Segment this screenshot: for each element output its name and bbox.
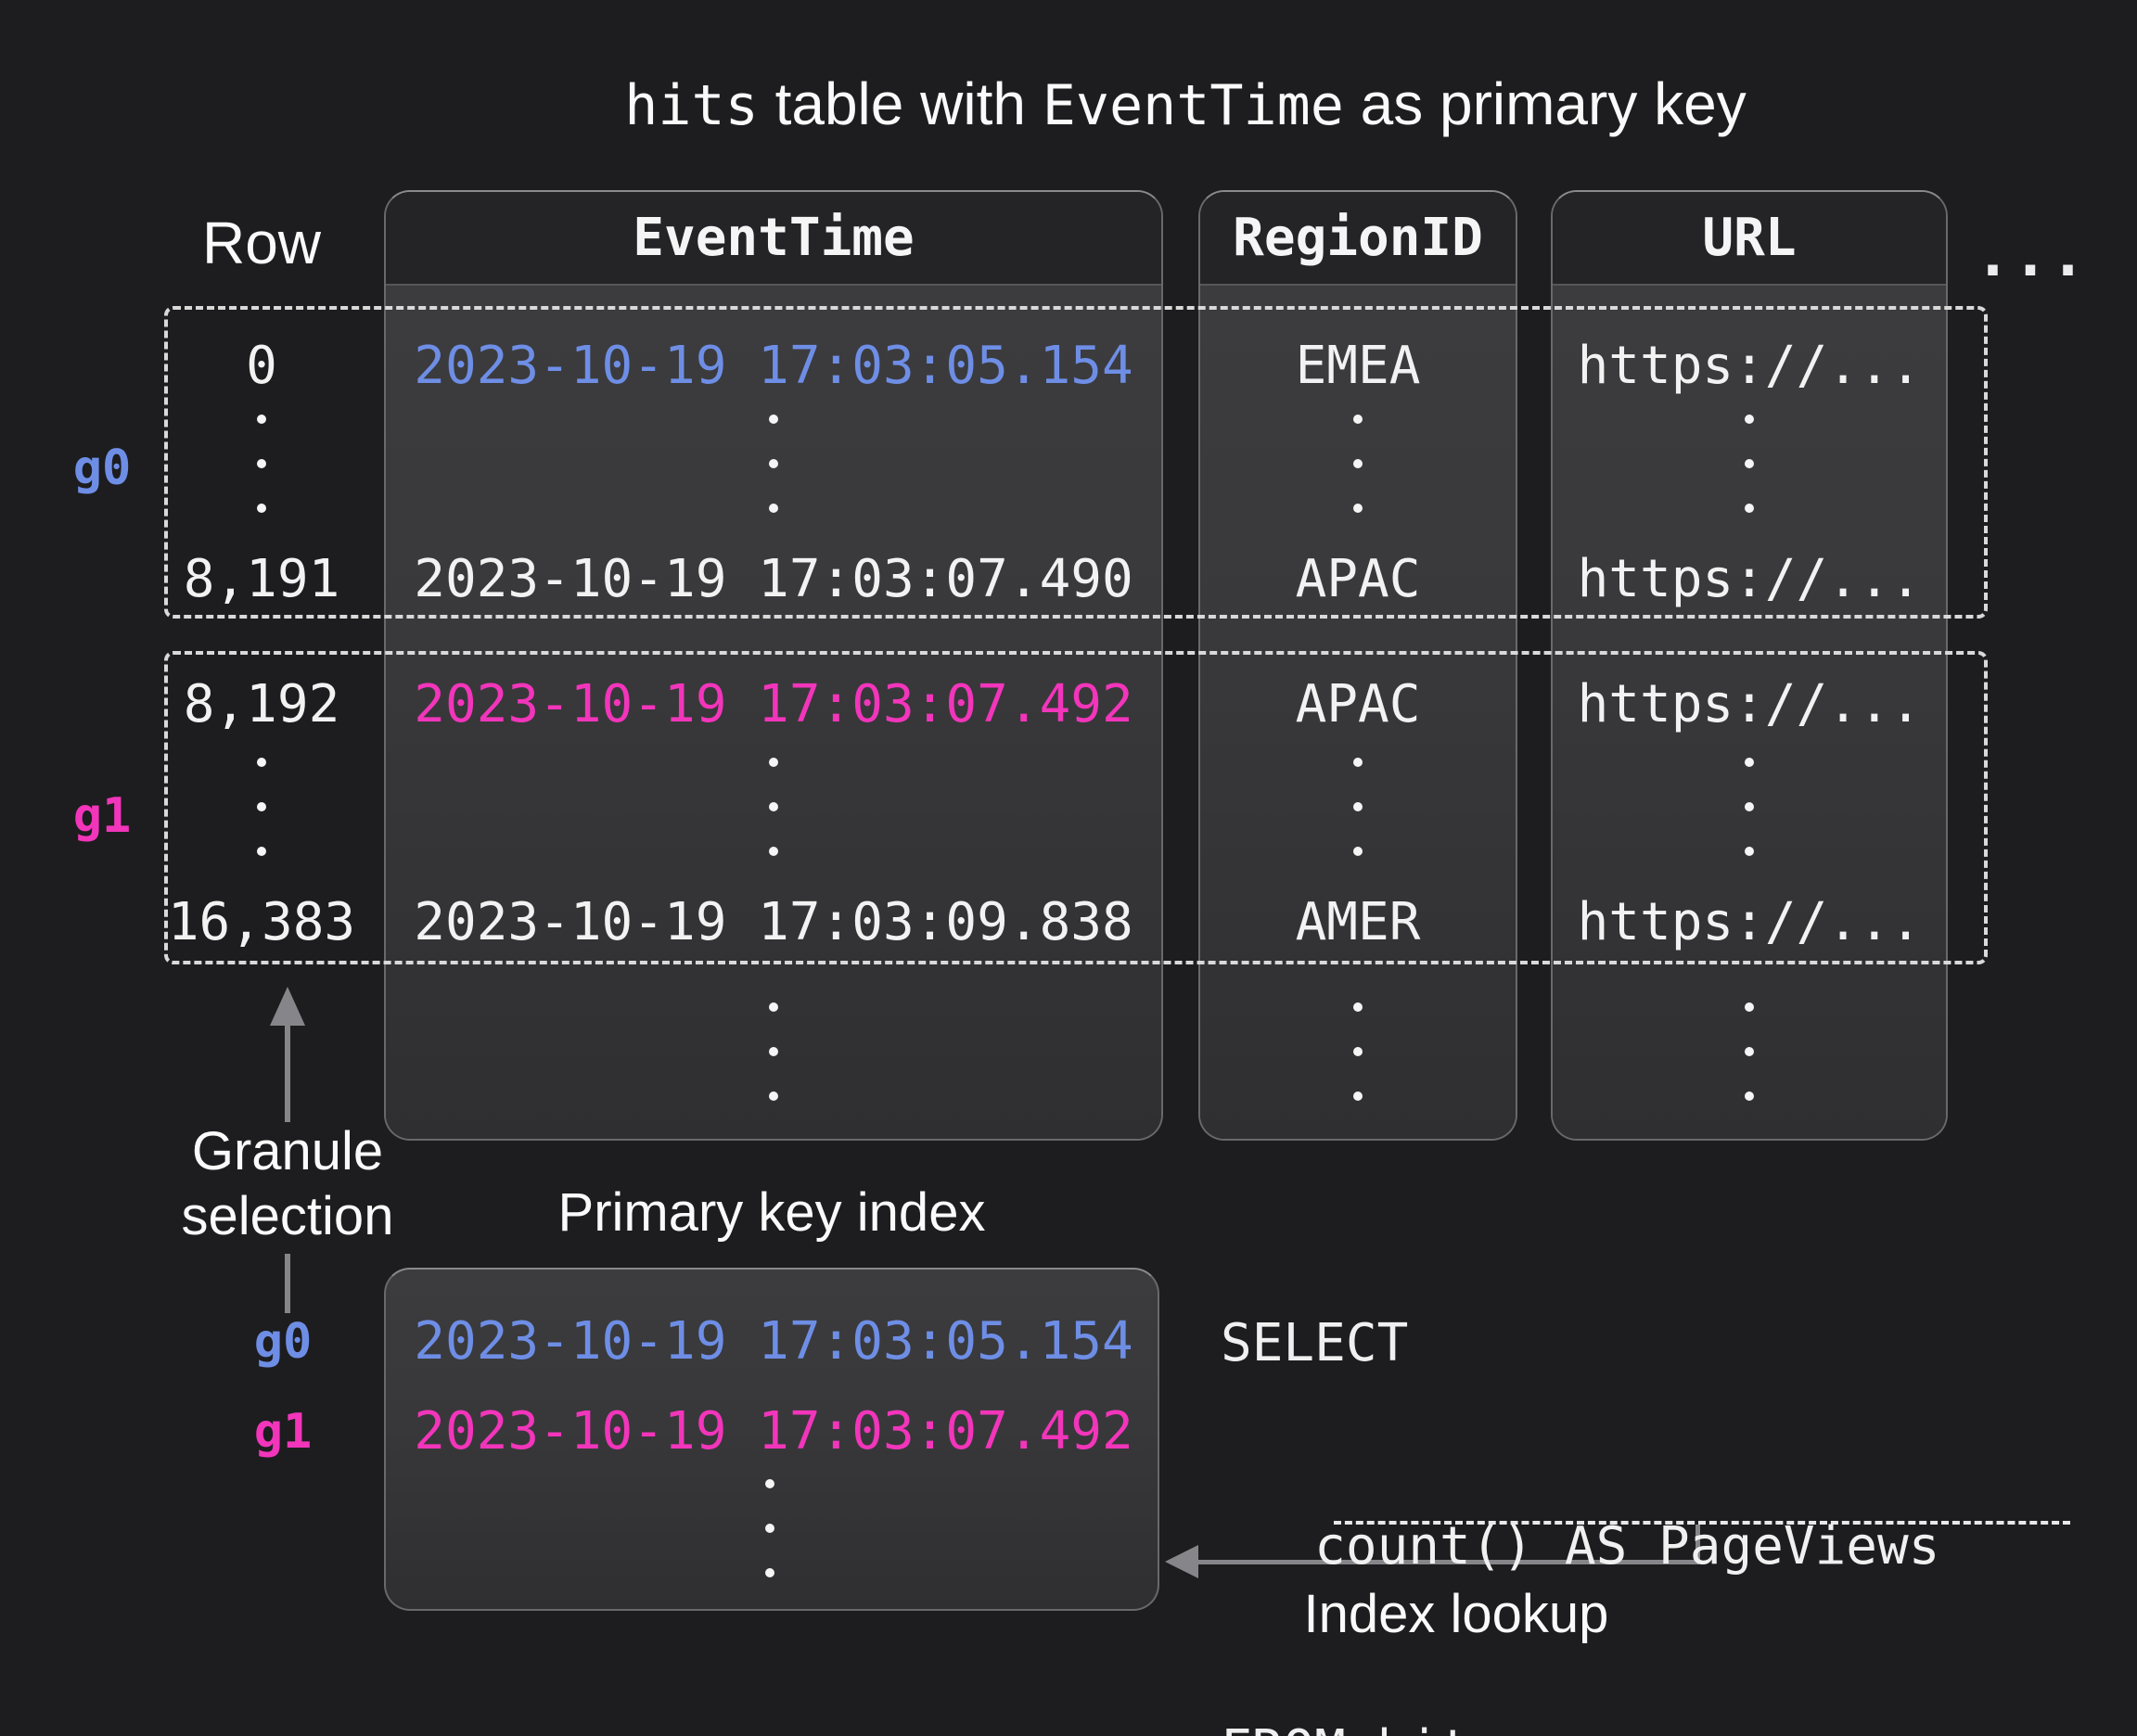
row-column-header: Row [122,210,401,276]
column-eventtime: EventTime [384,190,1163,1141]
url-value: https://... [1564,547,1935,612]
eventtime-value: 2023-10-19 17:03:09.838 [403,890,1145,955]
ellipsis-dots [1353,758,1363,856]
granule-selection-arrow-tail [285,1254,290,1313]
index-entry-label-g0: g0 [190,1309,376,1374]
index-entry-value-g0: 2023-10-19 17:03:05.154 [403,1309,1145,1374]
column-header-regionid: RegionID [1200,192,1516,286]
regionid-value: APAC [1172,547,1543,612]
column-regionid: RegionID [1198,190,1517,1141]
granule-0-label: g0 [37,436,167,501]
granule-selection-arrow-line [285,1024,290,1122]
title-part-eventtime: EventTime [1043,73,1344,138]
ellipsis-dots [1745,758,1754,856]
url-value: https://... [1564,672,1935,737]
sql-line: FROM hits [1221,1716,2065,1736]
primary-key-index-title: Primary key index [384,1180,1159,1246]
regionid-value: EMEA [1172,334,1543,399]
column-url: URL [1551,190,1948,1141]
index-lookup-arrowhead-icon [1165,1545,1198,1578]
granule-selection-arrowhead-icon [270,987,305,1026]
ellipsis-dots [257,758,266,856]
url-value: https://... [1564,890,1935,955]
eventtime-value: 2023-10-19 17:03:07.490 [403,547,1145,612]
ellipsis-dots [1745,415,1754,513]
index-entry-label-g1: g1 [190,1399,376,1464]
title-part-hits: hits [624,73,759,138]
eventtime-value: 2023-10-19 17:03:07.492 [403,672,1145,737]
regionid-value: APAC [1172,672,1543,737]
row-number: 8,191 [76,547,447,612]
column-header-eventtime: EventTime [386,192,1161,286]
ellipsis-dots [769,758,778,856]
ellipsis-dots [1353,415,1363,513]
ellipsis-dots [769,415,778,513]
title-part-table-with: table with [759,70,1043,137]
column-header-url: URL [1553,192,1946,286]
more-columns-ellipsis: ... [1974,226,2089,286]
sql-line: SELECT [1221,1309,2065,1377]
diagram-title: hits table with EventTime as primary key [383,69,1988,139]
row-number: 16,383 [76,890,447,955]
index-entry-value-g1: 2023-10-19 17:03:07.492 [403,1399,1145,1464]
title-part-primary-key: as primary key [1344,70,1747,137]
sql-query: SELECT count() AS PageViews FROM hits WH… [1221,1174,2065,1736]
regionid-value: AMER [1172,890,1543,955]
primary-key-diagram: hits table with EventTime as primary key… [0,0,2137,1736]
granule-1-label: g1 [37,784,167,849]
ellipsis-dots [769,1002,778,1101]
ellipsis-dots [257,415,266,513]
sql-line: count() AS PageViews [1221,1513,2065,1580]
row-number: 8,192 [76,672,447,737]
eventtime-value: 2023-10-19 17:03:05.154 [403,334,1145,399]
row-number: 0 [76,334,447,399]
ellipsis-dots [1745,1002,1754,1101]
ellipsis-dots [1353,1002,1363,1101]
url-value: https://... [1564,334,1935,399]
ellipsis-dots [765,1479,774,1577]
